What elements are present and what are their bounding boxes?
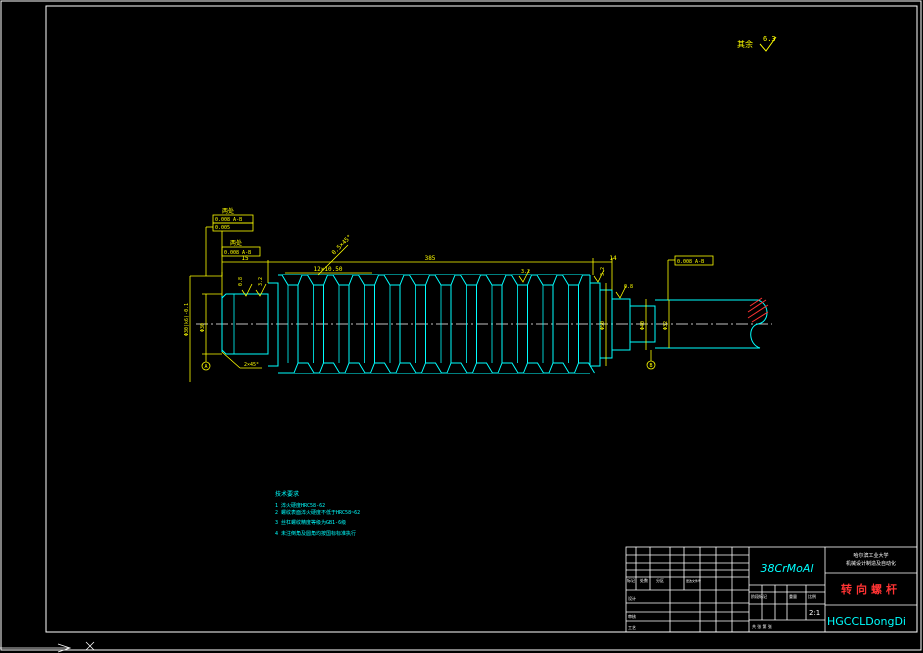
tb-process: 工艺 — [628, 625, 636, 630]
tb-sheet-label: 共 张 第 张 — [752, 623, 772, 629]
tb-part-name: 转向螺杆 — [841, 582, 901, 596]
thread-groove-bottom — [548, 362, 570, 374]
tol-frame-right: 0.008 A-B — [677, 259, 704, 265]
ra-left2: 3.2 — [258, 277, 264, 286]
break-hatch — [747, 297, 769, 323]
ra-mid: 3.2 — [521, 269, 530, 275]
dim-len-main: 385 — [425, 255, 436, 262]
tol-frame-a: 0.008 A-B — [215, 217, 242, 223]
thread-groove-bottom — [574, 362, 595, 374]
thread-groove-top — [358, 274, 379, 286]
notes-line-4: 4 未注倒角及圆角均按国标标准执行 — [275, 530, 356, 537]
tb-reviewer: 审核 — [628, 613, 636, 619]
dim-dia-shaft2: Φ32 — [663, 321, 669, 330]
tb-header-1: 处数 — [640, 577, 648, 583]
dim-len-right: 14 — [609, 255, 617, 262]
thread-groove-top — [485, 274, 507, 286]
two-places-b: 两处 — [230, 239, 242, 247]
tol-frame-b: 0.005 — [215, 225, 230, 231]
thread-groove-top — [307, 274, 328, 286]
tb-company-1: 哈尔滨工业大学 — [853, 552, 888, 559]
tb-designer: 设计 — [628, 595, 636, 601]
datum-b-label: B — [649, 363, 652, 369]
notes-line-1: 1 淬火硬度HRC58-62 — [275, 502, 325, 509]
thread-groove-bottom — [497, 362, 519, 374]
thread-groove-bottom — [421, 362, 442, 374]
tb-header-2: 分区 — [656, 577, 664, 583]
outer-frame — [0, 0, 922, 651]
thread-groove-top — [460, 274, 481, 286]
cad-drawing-canvas: 其余 6.3 15 385 14 12×10.50 0.5×45° 两处 0.0… — [0, 0, 922, 653]
thread-groove-bottom — [523, 362, 544, 374]
notes-line-3: 3 丝杠螺纹精度等级为GB1-6级 — [275, 519, 346, 526]
surface-finish-label: 其余 — [737, 39, 753, 49]
dim-angle-tag: 0.5×45° — [330, 234, 353, 257]
dim-dia-left: Φ30 — [200, 323, 206, 332]
thread-groove-bottom — [472, 362, 493, 374]
tb-stage-label: 阶段标记 — [751, 593, 767, 599]
dim-len-pitch: 12×10.50 — [314, 266, 343, 273]
tb-scale-value: 2:1 — [809, 609, 820, 617]
lead-screw-part: 15 385 14 12×10.50 0.5×45° 两处 0.008 A-B … — [184, 207, 772, 382]
two-places-a: 两处 — [222, 207, 234, 215]
dim-dia-left-fit: Φ30(k6)-0.1 — [184, 303, 190, 336]
tol-frame-c: 0.008 A-B — [224, 250, 251, 256]
datum-a-label: A — [204, 364, 207, 370]
surface-finish-symbol: 其余 6.3 — [737, 35, 777, 52]
ra-right2: 0.8 — [624, 284, 633, 290]
thread-groove-bottom — [293, 362, 315, 374]
thread-groove-bottom — [319, 362, 340, 374]
thread-groove-top — [409, 274, 430, 286]
tb-scale-label: 比例 — [808, 593, 816, 599]
thread-groove-top — [434, 274, 456, 286]
technical-notes: 技术要求 1 淬火硬度HRC58-62 2 螺纹表面淬火硬度不低于HRC58~6… — [275, 490, 360, 537]
dim-dia-body: Φ50 — [600, 321, 606, 330]
tb-weight-label: 重量 — [789, 593, 797, 599]
notes-title: 技术要求 — [275, 490, 299, 498]
thread-groove-top — [562, 274, 583, 286]
thread-groove-top — [281, 274, 303, 286]
thread-groove-top — [383, 274, 405, 286]
inner-border — [45, 5, 918, 633]
dim-dia-shaft: Φ40 — [640, 321, 646, 330]
ra-right: 3.2 — [600, 267, 606, 276]
tb-header-0: 标记 — [627, 577, 635, 583]
ra-left: 0.8 — [238, 277, 244, 286]
thread-groove-bottom — [395, 362, 417, 374]
tb-drawing-no: HGCCLDongDi — [827, 615, 906, 628]
thread-groove-bottom — [370, 362, 391, 374]
thread-groove-top — [536, 274, 558, 286]
thread-groove-top — [332, 274, 354, 286]
tb-material: 38CrMoAl — [760, 562, 813, 575]
thread-groove-bottom — [344, 362, 366, 374]
tb-header-3: 更改文件号 — [686, 578, 701, 583]
tb-company-2: 机械设计制造及自动化 — [846, 560, 896, 567]
notes-line-2: 2 螺纹表面淬火硬度不低于HRC58~62 — [275, 509, 360, 516]
tolerance-frames — [205, 214, 714, 300]
surface-finish-value: 6.3 — [763, 35, 776, 43]
dim-chamfer: 2×45° — [244, 362, 259, 368]
thread-groove-bottom — [446, 362, 468, 374]
